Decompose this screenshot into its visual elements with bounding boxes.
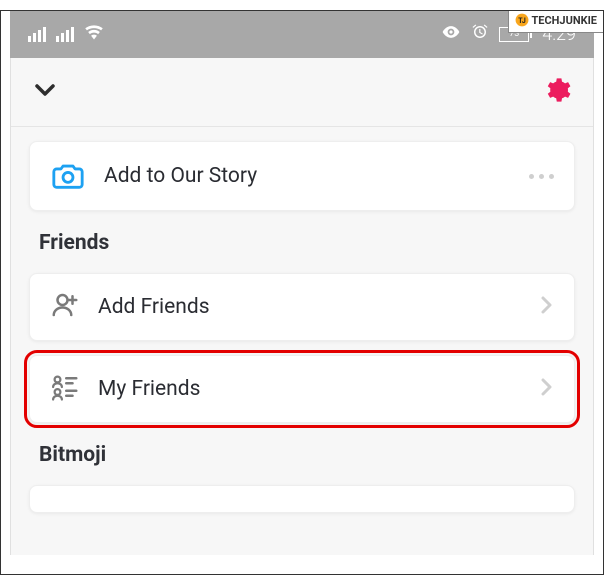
add-friends-label: Add Friends [98,295,522,319]
more-button[interactable] [529,174,554,179]
gear-icon [543,76,571,104]
my-friends-label: My Friends [98,377,522,401]
eye-icon [441,22,461,46]
signal-icon-2 [56,27,74,42]
page-header [11,58,593,127]
chevron-right-icon [540,375,554,403]
settings-button[interactable] [543,76,571,108]
chevron-right-icon [540,293,554,321]
add-to-story-card[interactable]: Add to Our Story [29,141,575,211]
chevron-down-icon [33,78,57,102]
friends-list-icon [50,372,80,406]
alarm-icon [471,23,489,45]
camera-icon [50,158,86,194]
more-dots-icon [529,174,554,179]
add-friend-icon [50,290,80,324]
watermark: TJ TECHJUNKIE [508,11,603,33]
add-to-story-label: Add to Our Story [104,164,511,188]
collapse-button[interactable] [33,78,57,106]
add-friends-row[interactable]: Add Friends [29,273,575,341]
signal-icon-1 [28,27,46,42]
watermark-text: TECHJUNKIE [531,14,597,27]
wifi-icon [84,22,104,46]
status-bar: 73 4:29 [10,10,594,58]
svg-text:TJ: TJ [519,17,527,25]
my-friends-row[interactable]: My Friends [29,355,575,423]
bitmoji-row-partial[interactable] [29,485,575,513]
friends-section-title: Friends [11,225,593,259]
bitmoji-section-title: Bitmoji [11,437,593,471]
